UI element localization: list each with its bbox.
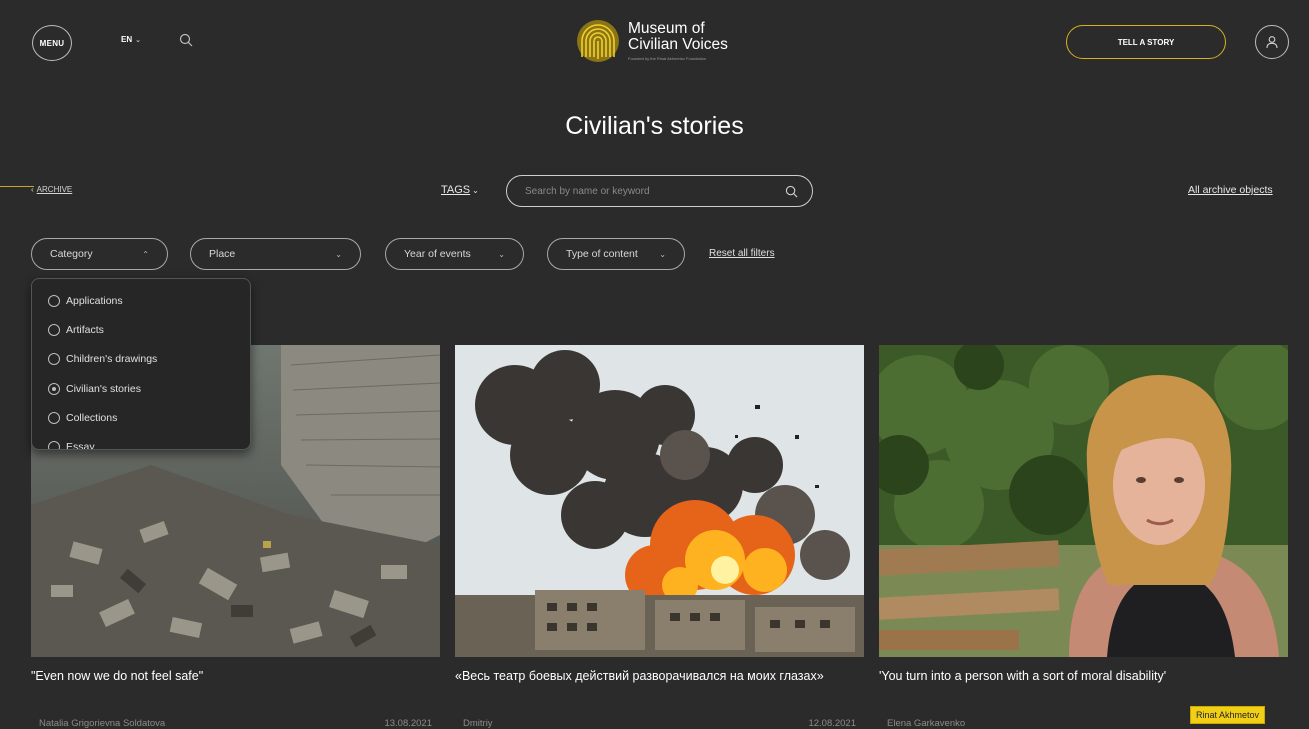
filter-category[interactable]: Category ⌃ <box>31 238 168 270</box>
story-date: 13.08.2021 <box>384 718 432 729</box>
chevron-up-icon: ⌃ <box>142 249 149 259</box>
search-box <box>506 175 813 207</box>
story-card[interactable]: «Весь театр боевых действий разворачивал… <box>455 345 864 729</box>
option-label: Artifacts <box>66 324 104 336</box>
story-author: Dmitriy <box>463 718 493 729</box>
story-title[interactable]: 'You turn into a person with a sort of m… <box>879 669 1288 684</box>
radio-button[interactable] <box>48 441 60 449</box>
search-icon[interactable] <box>785 185 798 198</box>
filter-label: Type of content <box>566 248 638 260</box>
user-icon <box>1266 36 1278 49</box>
site-logo[interactable]: Museum of Civilian Voices Founded by the… <box>576 17 728 65</box>
search-input[interactable] <box>525 185 785 197</box>
story-meta: Natalia Grigorievna Soldatova 13.08.2021 <box>39 718 432 729</box>
page-title: Civilian's stories <box>565 112 744 140</box>
all-archive-objects-link[interactable]: All archive objects <box>1188 184 1273 196</box>
category-option[interactable]: Applications <box>48 295 123 307</box>
option-label: Applications <box>66 295 123 307</box>
filter-label: Category <box>50 248 93 260</box>
breadcrumb[interactable]: ‹ ARCHIVE <box>31 185 72 194</box>
tags-dropdown[interactable]: TAGS ⌄ <box>441 184 479 196</box>
caption-badge: Rinat Akhmetov <box>1190 706 1266 724</box>
category-option-selected[interactable]: Civilian's stories <box>48 383 141 395</box>
accent-divider <box>0 186 34 187</box>
story-title[interactable]: "Even now we do not feel safe" <box>31 669 440 684</box>
logo-line-2: Civilian Voices <box>628 36 728 53</box>
story-card[interactable]: 'You turn into a person with a sort of m… <box>879 345 1288 729</box>
option-label: Essay <box>66 441 95 450</box>
option-label: Civilian's stories <box>66 383 141 395</box>
language-label: EN <box>121 35 133 44</box>
breadcrumb-back-icon: ‹ <box>31 185 34 194</box>
category-option[interactable]: Collections <box>48 412 117 424</box>
language-selector[interactable]: EN ⌄ <box>121 35 141 44</box>
filter-label: Year of events <box>404 248 471 260</box>
story-image-explosion[interactable] <box>455 345 864 657</box>
tags-label: TAGS <box>441 184 471 196</box>
radio-button[interactable] <box>48 324 60 336</box>
search-icon[interactable] <box>179 33 193 47</box>
category-dropdown-menu: Applications Artifacts Children's drawin… <box>31 278 251 450</box>
chevron-down-icon: ⌄ <box>135 36 141 44</box>
breadcrumb-archive-link[interactable]: ARCHIVE <box>37 185 73 194</box>
chevron-down-icon: ⌄ <box>498 249 505 259</box>
menu-button[interactable]: MENU <box>32 25 72 61</box>
logo-fingerprint-icon <box>577 20 619 62</box>
story-author: Elena Garkavenko <box>887 718 966 729</box>
option-label: Collections <box>66 412 118 424</box>
filter-label: Place <box>209 248 236 260</box>
radio-button[interactable] <box>48 412 60 424</box>
chevron-down-icon: ⌄ <box>472 185 479 195</box>
filter-type-of-content[interactable]: Type of content ⌄ <box>547 238 685 270</box>
option-label: Children's drawings <box>66 353 158 365</box>
logo-text: Museum of Civilian Voices Founded by the… <box>628 20 728 62</box>
story-date: 12.08.2021 <box>808 718 856 729</box>
tell-a-story-button[interactable]: TELL A STORY <box>1066 25 1226 59</box>
story-meta: Dmitriy 12.08.2021 <box>463 718 856 729</box>
logo-line-1: Museum of <box>628 20 705 37</box>
filter-year-of-events[interactable]: Year of events ⌄ <box>385 238 524 270</box>
story-image-portrait[interactable] <box>879 345 1288 657</box>
filter-place[interactable]: Place ⌄ <box>190 238 361 270</box>
category-option[interactable]: Essay <box>48 441 95 450</box>
chevron-down-icon: ⌄ <box>659 249 666 259</box>
chevron-down-icon: ⌄ <box>335 249 342 259</box>
top-bar: MENU EN ⌄ Museum of Civilian Voices Foun… <box>0 0 1309 90</box>
story-author: Natalia Grigorievna Soldatova <box>39 718 166 729</box>
user-account-button[interactable] <box>1255 25 1289 59</box>
reset-filters-link[interactable]: Reset all filters <box>709 248 775 259</box>
category-option[interactable]: Children's drawings <box>48 353 157 365</box>
story-title[interactable]: «Весь театр боевых действий разворачивал… <box>455 669 864 684</box>
radio-button[interactable] <box>48 353 60 365</box>
radio-button[interactable] <box>48 295 60 307</box>
category-option[interactable]: Artifacts <box>48 324 104 336</box>
radio-button-selected[interactable] <box>48 383 60 395</box>
logo-tagline: Founded by the Rinat Akhmetov Foundation <box>628 56 707 61</box>
